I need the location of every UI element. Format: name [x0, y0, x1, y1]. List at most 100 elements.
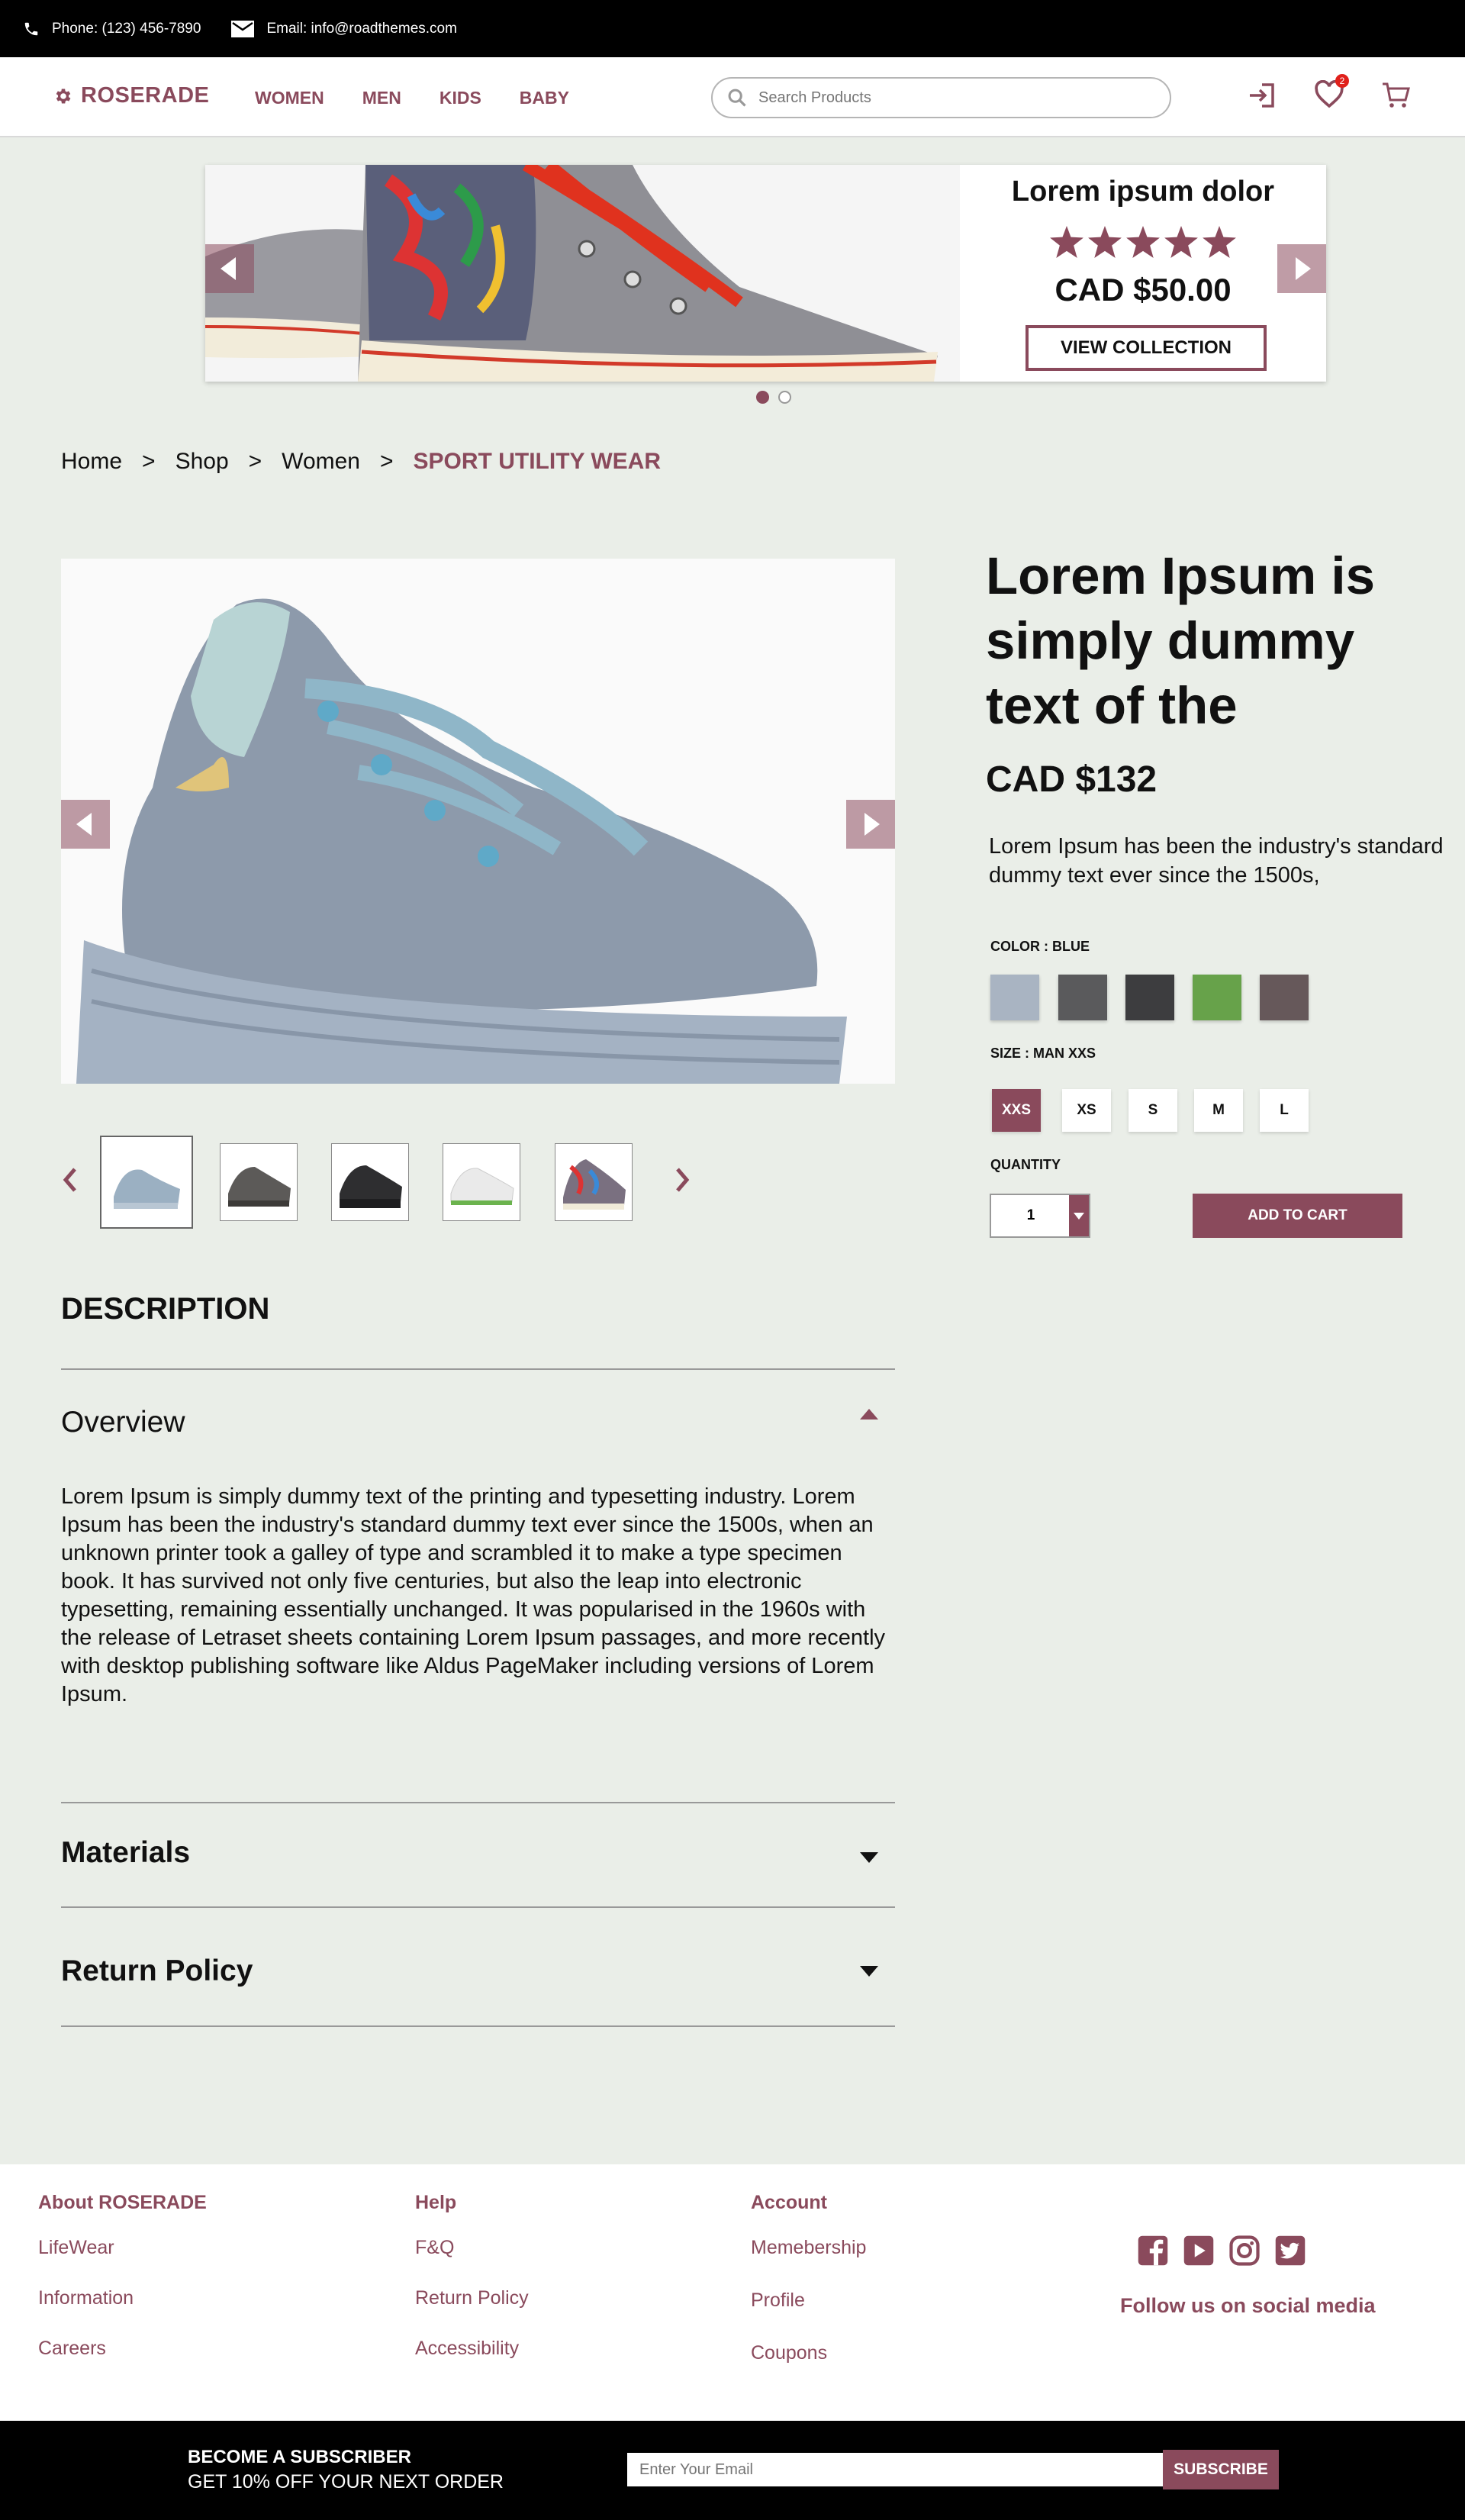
hero-next-button[interactable]	[1277, 244, 1326, 293]
star-icon	[1203, 226, 1236, 258]
facebook-icon[interactable]	[1137, 2235, 1169, 2270]
thumbnail-4[interactable]	[443, 1143, 520, 1221]
login-icon[interactable]	[1247, 80, 1277, 114]
overview-accordion-header[interactable]: Overview	[61, 1406, 185, 1439]
search-bar	[711, 77, 1171, 118]
caret-down-icon[interactable]	[860, 1966, 878, 1980]
color-swatch-green[interactable]	[1193, 975, 1241, 1020]
nav-women[interactable]: WOMEN	[255, 88, 324, 108]
divider	[61, 1368, 895, 1370]
footer-help-column: Help F&Q Return Policy Accessibility	[415, 2192, 529, 2388]
footer-link-profile[interactable]: Profile	[751, 2290, 866, 2312]
footer-link-information[interactable]: Information	[38, 2287, 207, 2309]
wishlist-count-badge: 2	[1335, 74, 1349, 88]
thumbnail-prev-icon[interactable]	[61, 1166, 79, 1197]
add-to-cart-button[interactable]: ADD TO CART	[1193, 1194, 1402, 1238]
breadcrumb-separator: >	[248, 449, 262, 474]
thumbnail-5[interactable]	[555, 1143, 633, 1221]
instagram-icon[interactable]	[1228, 2235, 1261, 2270]
footer-link-membership[interactable]: Memebership	[751, 2237, 866, 2259]
size-option-m[interactable]: M	[1194, 1089, 1243, 1132]
thumbnail-2[interactable]	[220, 1143, 298, 1221]
email-contact[interactable]: Email: info@roadthemes.com	[231, 20, 457, 38]
caret-down-icon[interactable]	[860, 1852, 878, 1867]
quantity-selector	[990, 1194, 1090, 1238]
star-icon	[1088, 226, 1122, 258]
subscribe-button[interactable]: SUBSCRIBE	[1163, 2450, 1279, 2489]
search-icon[interactable]	[726, 87, 748, 108]
subscribe-bar: BECOME A SUBSCRIBER GET 10% OFF YOUR NEX…	[0, 2421, 1465, 2520]
main-nav: WOMEN MEN KIDS BABY	[255, 88, 607, 108]
hero-dot-1[interactable]	[756, 391, 769, 404]
breadcrumb-shop[interactable]: Shop	[175, 449, 229, 475]
breadcrumb-current: SPORT UTILITY WEAR	[413, 449, 661, 474]
thumbnail-1[interactable]	[100, 1136, 193, 1229]
hero-banner: Lorem ipsum dolor CAD $50.00 VIEW COLLEC…	[205, 165, 1326, 382]
nav-men[interactable]: MEN	[362, 88, 401, 108]
footer-link-coupons[interactable]: Coupons	[751, 2342, 866, 2364]
color-swatch-blue[interactable]	[990, 975, 1039, 1020]
thumbnail-strip	[61, 1136, 732, 1230]
size-option-xxs[interactable]: XXS	[992, 1089, 1041, 1132]
phone-contact[interactable]: Phone: (123) 456-7890	[23, 21, 201, 37]
footer-account-heading: Account	[751, 2192, 827, 2213]
hero-dot-2[interactable]	[778, 391, 791, 404]
quantity-input[interactable]	[991, 1195, 1071, 1236]
product-title: Lorem Ipsum is simply dummy text of the	[986, 546, 1375, 735]
color-swatch-grey[interactable]	[1058, 975, 1107, 1020]
quantity-dropdown-button[interactable]	[1069, 1195, 1089, 1236]
view-collection-button[interactable]: VIEW COLLECTION	[1026, 325, 1267, 371]
product-image-next-button[interactable]	[846, 800, 895, 849]
thumbnail-next-icon[interactable]	[673, 1166, 691, 1197]
product-image-prev-button[interactable]	[61, 800, 110, 849]
divider	[61, 1906, 895, 1908]
product-price: CAD $132	[986, 759, 1158, 800]
breadcrumb-home[interactable]: Home	[61, 449, 122, 475]
star-icon	[1050, 226, 1083, 258]
divider	[61, 1802, 895, 1803]
color-swatch-brown-grey[interactable]	[1260, 975, 1309, 1020]
chevron-right-icon	[1296, 257, 1311, 280]
footer-link-faq[interactable]: F&Q	[415, 2237, 529, 2259]
subscribe-email-input[interactable]	[627, 2453, 1163, 2486]
footer-help-heading: Help	[415, 2192, 457, 2213]
size-option-s[interactable]: S	[1129, 1089, 1177, 1132]
breadcrumb: Home > Shop > Women > SPORT UTILITY WEAR	[61, 449, 681, 475]
logo-text: ROSERADE	[81, 83, 210, 108]
nav-kids[interactable]: KIDS	[440, 88, 481, 108]
product-short-description: Lorem Ipsum has been the industry's stan…	[989, 834, 1444, 888]
brand-logo[interactable]: ROSERADE	[53, 83, 209, 108]
footer-link-accessibility[interactable]: Accessibility	[415, 2338, 529, 2360]
youtube-icon[interactable]	[1183, 2235, 1215, 2270]
hero-title: Lorem ipsum dolor	[1011, 176, 1275, 208]
follow-us-text: Follow us on social media	[1120, 2294, 1376, 2317]
thumbnail-3[interactable]	[331, 1143, 409, 1221]
color-swatch-dark-grey[interactable]	[1125, 975, 1174, 1020]
footer-link-lifewear[interactable]: LifeWear	[38, 2237, 207, 2259]
hero-prev-button[interactable]	[205, 244, 254, 293]
wishlist-icon[interactable]: 2	[1314, 74, 1349, 113]
star-icon	[1164, 226, 1198, 258]
product-main-image	[61, 559, 895, 1084]
size-option-xs[interactable]: XS	[1062, 1089, 1111, 1132]
breadcrumb-separator: >	[142, 449, 156, 474]
hero-price: CAD $50.00	[1054, 272, 1232, 308]
size-option-l[interactable]: L	[1260, 1089, 1309, 1132]
breadcrumb-women[interactable]: Women	[282, 449, 360, 475]
mail-icon	[231, 20, 255, 37]
footer-link-return-policy[interactable]: Return Policy	[415, 2287, 529, 2309]
materials-accordion-header[interactable]: Materials	[61, 1836, 190, 1870]
twitter-icon[interactable]	[1274, 2235, 1306, 2270]
cart-icon[interactable]	[1381, 80, 1412, 113]
caret-up-icon[interactable]	[860, 1409, 878, 1423]
top-contact-bar: Phone: (123) 456-7890 Email: info@roadth…	[0, 0, 1465, 57]
chevron-left-icon	[76, 813, 92, 836]
main-header: ROSERADE WOMEN MEN KIDS BABY 2	[0, 57, 1465, 137]
return-policy-accordion-header[interactable]: Return Policy	[61, 1954, 253, 1988]
caret-down-icon	[1074, 1212, 1084, 1220]
search-input[interactable]	[758, 89, 1155, 107]
social-links	[1137, 2235, 1320, 2270]
nav-baby[interactable]: BABY	[520, 88, 569, 108]
footer-link-careers[interactable]: Careers	[38, 2338, 207, 2360]
hero-rating	[960, 226, 1326, 258]
